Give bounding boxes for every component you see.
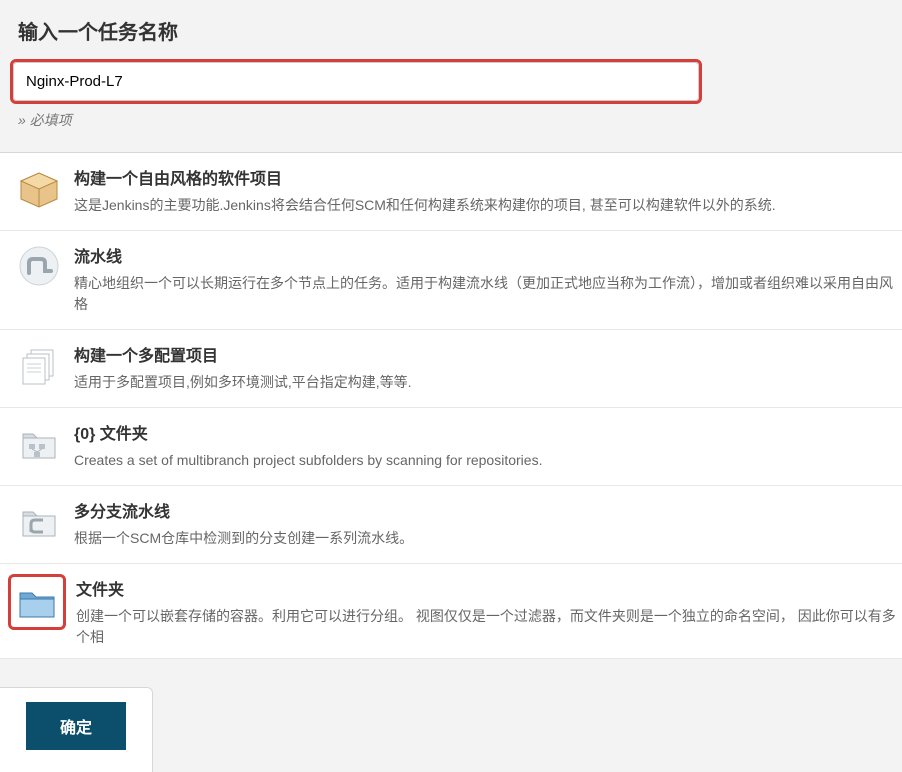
multiconfig-icon <box>17 344 61 386</box>
task-name-input[interactable] <box>13 62 699 101</box>
item-folder[interactable]: 文件夹 创建一个可以嵌套存储的容器。利用它可以进行分组。 视图仅仅是一个过滤器，… <box>0 564 902 659</box>
item-pipeline[interactable]: 流水线 精心地组织一个可以长期运行在多个节点上的任务。适用于构建流水线（更加正式… <box>0 231 902 330</box>
folder-icon-highlight <box>8 574 66 630</box>
footer: 确定 <box>0 687 902 772</box>
ok-button[interactable]: 确定 <box>26 702 126 750</box>
org-folder-icon <box>17 422 61 464</box>
item-title: 构建一个多配置项目 <box>74 342 902 366</box>
project-type-list: 构建一个自由风格的软件项目 这是Jenkins的主要功能.Jenkins将会结合… <box>0 152 902 659</box>
item-desc: 根据一个SCM仓库中检测到的分支创建一系列流水线。 <box>74 528 902 549</box>
item-multiconfig[interactable]: 构建一个多配置项目 适用于多配置项目,例如多环境测试,平台指定构建,等等. <box>0 330 902 408</box>
item-desc: 创建一个可以嵌套存储的容器。利用它可以进行分组。 视图仅仅是一个过滤器，而文件夹… <box>76 606 902 648</box>
footer-box: 确定 <box>0 687 153 772</box>
multibranch-icon <box>17 500 61 542</box>
page-title: 输入一个任务名称 <box>0 0 902 59</box>
task-name-input-highlight <box>10 59 702 104</box>
item-desc: 适用于多配置项目,例如多环境测试,平台指定构建,等等. <box>74 372 902 393</box>
item-title: {0} 文件夹 <box>74 420 902 444</box>
item-org-folder[interactable]: {0} 文件夹 Creates a set of multibranch pro… <box>0 408 902 486</box>
item-freestyle[interactable]: 构建一个自由风格的软件项目 这是Jenkins的主要功能.Jenkins将会结合… <box>0 153 902 231</box>
item-desc: 精心地组织一个可以长期运行在多个节点上的任务。适用于构建流水线（更加正式地应当称… <box>74 273 902 315</box>
item-desc: 这是Jenkins的主要功能.Jenkins将会结合任何SCM和任何构建系统来构… <box>74 195 902 216</box>
item-title: 文件夹 <box>76 576 902 600</box>
item-desc: Creates a set of multibranch project sub… <box>74 450 902 471</box>
required-hint: » 必填项 <box>0 110 902 152</box>
item-multibranch[interactable]: 多分支流水线 根据一个SCM仓库中检测到的分支创建一系列流水线。 <box>0 486 902 564</box>
pipeline-icon <box>17 245 61 287</box>
folder-icon <box>15 581 59 623</box>
item-title: 多分支流水线 <box>74 498 902 522</box>
item-title: 构建一个自由风格的软件项目 <box>74 165 902 189</box>
box-icon <box>17 167 61 209</box>
item-title: 流水线 <box>74 243 902 267</box>
